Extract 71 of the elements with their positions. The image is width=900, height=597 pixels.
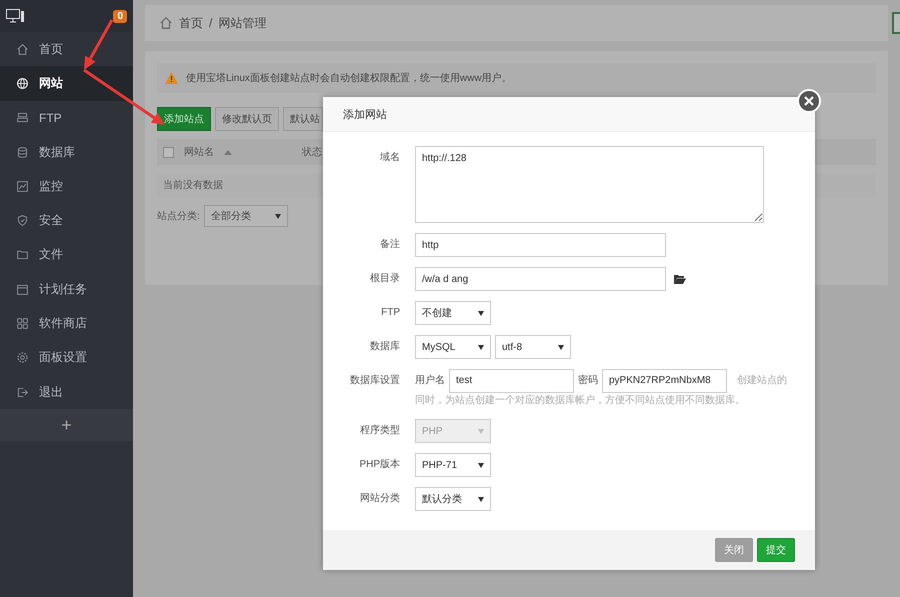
grid-icon xyxy=(16,317,29,330)
sidebar-item[interactable]: 文件 xyxy=(0,238,133,272)
caret-icon xyxy=(478,310,484,316)
field-label: 密码 xyxy=(578,374,598,388)
caret-icon xyxy=(478,496,484,502)
monitor-icon xyxy=(16,180,29,193)
sort-icon xyxy=(224,150,232,154)
checkbox[interactable] xyxy=(163,146,174,158)
globe-icon xyxy=(16,76,29,90)
home-icon xyxy=(159,16,173,30)
breadcrumb-item[interactable]: 首页 xyxy=(179,14,203,32)
select[interactable]: utf-8 xyxy=(495,335,571,359)
ftp-icon xyxy=(16,111,29,124)
field-label: 备注 xyxy=(379,238,401,252)
sidebar-item[interactable]: 计划任务 xyxy=(0,272,133,306)
dialog-title: 添加网站 xyxy=(323,97,815,132)
sidebar-item[interactable]: 监控 xyxy=(0,169,133,204)
add-button[interactable]: + xyxy=(0,409,133,442)
field-label: FTP xyxy=(380,306,401,320)
caret-icon xyxy=(274,214,281,218)
caret-icon xyxy=(558,344,564,350)
input-field[interactable]: http xyxy=(415,233,666,257)
select[interactable]: MySQL xyxy=(415,335,491,359)
sidebar-item[interactable]: 面板设置 xyxy=(0,340,133,375)
computer-icon xyxy=(6,9,24,23)
filter-label: 站点分类: xyxy=(157,210,200,223)
shield-icon xyxy=(16,214,29,228)
field-label: 域名 xyxy=(379,150,401,165)
database-icon xyxy=(16,146,29,159)
path-field[interactable]: /w/a d ang xyxy=(415,267,666,291)
field-label: 程序类型 xyxy=(359,424,401,438)
toolbar-button[interactable]: 默认站 xyxy=(283,107,323,131)
sidebar-item[interactable]: 数据库 xyxy=(0,134,133,170)
column-header[interactable]: 状态 xyxy=(302,145,322,159)
breadcrumb-item[interactable]: 网站管理 xyxy=(218,14,266,32)
sidebar-item[interactable]: 网站 xyxy=(0,66,133,101)
username-field[interactable]: test xyxy=(449,369,574,393)
calendar-icon xyxy=(16,282,29,296)
caret-icon xyxy=(478,462,484,468)
field-label: 根目录 xyxy=(369,272,401,286)
select[interactable]: 不创建 xyxy=(415,301,491,325)
help-text: 同时，为站点创建一个对应的数据库帐户，方便不同站点使用不同数据库。 xyxy=(415,394,746,408)
field-label: 用户名 xyxy=(415,374,445,388)
select[interactable]: PHP-71 xyxy=(415,453,491,477)
field-label: 网站分类 xyxy=(359,492,401,506)
breadcrumb-separator: / xyxy=(209,16,212,30)
help-text: 创建站点的 xyxy=(737,374,787,388)
gear-icon xyxy=(16,351,29,364)
exit-icon xyxy=(16,386,29,399)
field-label: 数据库设置 xyxy=(349,374,401,388)
caret-icon xyxy=(478,344,484,350)
sidebar-item[interactable]: 安全 xyxy=(0,203,133,238)
sidebar-item[interactable]: 退出 xyxy=(0,374,133,410)
toolbar-button[interactable]: 添加站点 xyxy=(157,107,211,131)
header-button[interactable] xyxy=(892,12,900,34)
field-label: PHP版本 xyxy=(358,458,401,472)
category-select[interactable]: 全部分类 xyxy=(204,205,288,227)
domain-field[interactable]: http://.128 xyxy=(415,146,764,223)
field-label: 数据库 xyxy=(369,340,401,354)
folder-icon[interactable] xyxy=(674,274,686,284)
folder-icon xyxy=(16,248,29,262)
sidebar-item[interactable]: 软件商店 xyxy=(0,306,133,341)
caret-icon xyxy=(478,428,484,434)
alert-text: 使用宝塔Linux面板创建站点时会自动创建权限配置，统一使用www用户。 xyxy=(186,72,512,85)
sidebar-item[interactable]: 首页 xyxy=(0,32,133,66)
warning-icon xyxy=(165,72,178,84)
select[interactable]: 默认分类 xyxy=(415,487,491,511)
sidebar-item[interactable]: FTP xyxy=(0,100,133,135)
password-field[interactable]: pyPKN27RP2mNbxM8 xyxy=(602,369,727,393)
home-icon xyxy=(16,42,29,56)
toolbar-button[interactable]: 修改默认页 xyxy=(215,107,279,131)
